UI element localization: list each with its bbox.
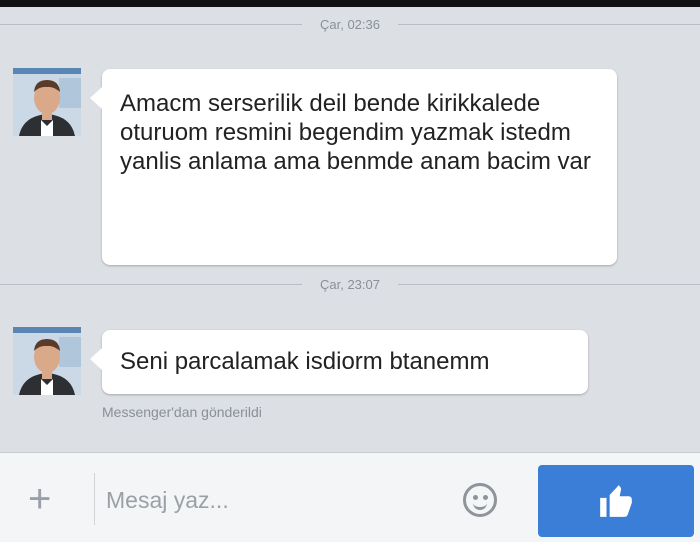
- divider: [94, 473, 95, 525]
- message-bubble[interactable]: Amacm serserilik deil bende kirikkalede …: [90, 69, 617, 265]
- plus-icon[interactable]: +: [28, 479, 51, 519]
- avatar[interactable]: [13, 327, 81, 395]
- message-bubble[interactable]: Seni parcalamak isdiorm btanemm: [90, 330, 588, 394]
- thumbs-up-icon: [600, 485, 632, 517]
- avatar[interactable]: [13, 68, 81, 136]
- message-text: Seni parcalamak isdiorm btanemm: [120, 348, 490, 375]
- smiley-icon[interactable]: [463, 483, 497, 517]
- message-composer: +: [0, 452, 700, 542]
- sent-from-label: Messenger'dan gönderildi: [102, 404, 262, 420]
- message-text: Amacm serserilik deil bende kirikkalede …: [120, 90, 591, 175]
- timestamp: Çar, 02:36: [320, 16, 380, 32]
- timestamp-divider: Çar, 23:07: [0, 274, 700, 294]
- message-input[interactable]: [104, 479, 438, 521]
- timestamp-divider: Çar, 02:36: [0, 14, 700, 34]
- timestamp: Çar, 23:07: [320, 276, 380, 292]
- status-bar: [0, 0, 700, 7]
- like-button[interactable]: [538, 465, 694, 537]
